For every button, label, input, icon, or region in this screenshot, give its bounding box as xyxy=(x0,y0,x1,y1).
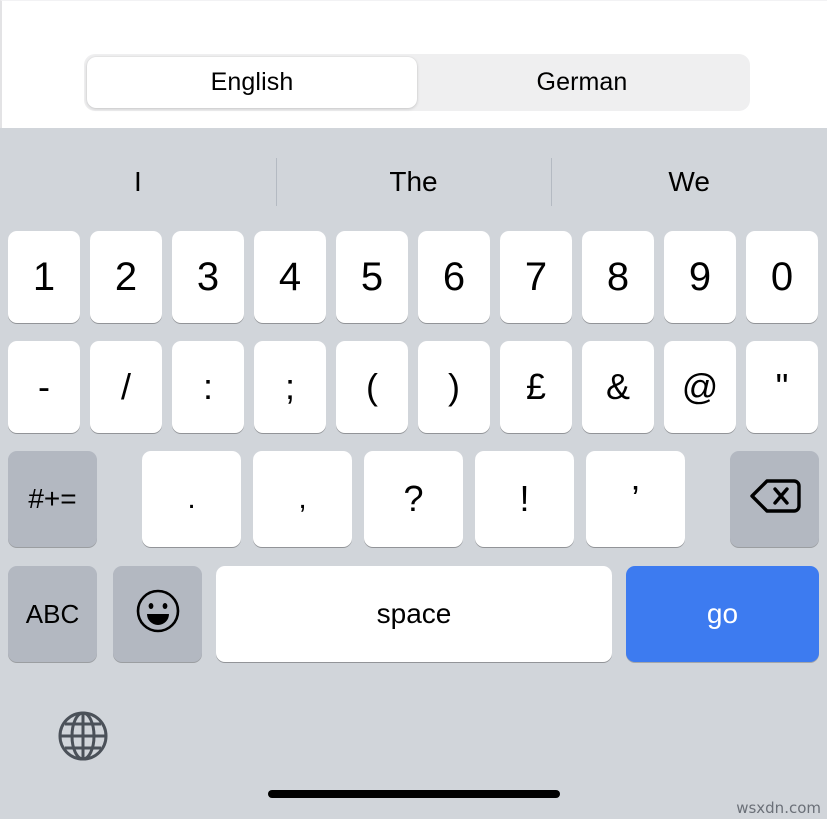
key-label: / xyxy=(120,366,131,407)
key-paren-close[interactable]: ) xyxy=(418,341,490,433)
key-9[interactable]: 9 xyxy=(664,231,736,323)
key-pound[interactable]: £ xyxy=(500,341,572,433)
key-exclamation[interactable]: ! xyxy=(475,451,574,547)
suggestion-item[interactable]: The xyxy=(276,166,552,198)
key-apostrophe[interactable]: ’ xyxy=(586,451,685,547)
key-period[interactable]: . xyxy=(142,451,241,547)
key-ampersand[interactable]: & xyxy=(582,341,654,433)
key-0[interactable]: 0 xyxy=(746,231,818,323)
key-label: £ xyxy=(525,366,547,407)
key-5[interactable]: 5 xyxy=(336,231,408,323)
predictive-suggestion-bar: I The We xyxy=(0,148,827,216)
key-label: : xyxy=(202,366,213,407)
key-label: . xyxy=(187,482,196,515)
emoji-smiley-icon xyxy=(135,588,181,641)
key-label: 8 xyxy=(606,255,630,299)
key-emoji[interactable] xyxy=(113,566,202,662)
key-1[interactable]: 1 xyxy=(8,231,80,323)
suggestion-label: The xyxy=(389,166,438,197)
key-label: 1 xyxy=(32,255,56,299)
key-label: #+= xyxy=(28,483,77,514)
key-go[interactable]: go xyxy=(626,566,819,662)
key-hyphen[interactable]: - xyxy=(8,341,80,433)
globe-language-button[interactable] xyxy=(55,711,110,766)
keyboard: I The We 1 2 3 4 5 6 7 8 9 0 - / : ; ( )… xyxy=(0,128,827,819)
key-label: ) xyxy=(448,366,460,407)
key-row-numbers: 1 2 3 4 5 6 7 8 9 0 xyxy=(0,231,827,323)
key-label: 9 xyxy=(688,255,712,299)
key-label: 6 xyxy=(442,255,466,299)
top-bar: English German xyxy=(0,0,827,128)
key-label: ABC xyxy=(25,599,80,629)
key-label: 4 xyxy=(278,255,302,299)
watermark: wsxdn.com xyxy=(736,799,821,817)
key-label: & xyxy=(605,366,630,407)
segment-german[interactable]: German xyxy=(417,57,747,108)
key-2[interactable]: 2 xyxy=(90,231,162,323)
key-label: ; xyxy=(284,366,295,407)
key-8[interactable]: 8 xyxy=(582,231,654,323)
key-label: ! xyxy=(519,478,530,519)
key-label: - xyxy=(38,366,50,407)
key-at[interactable]: @ xyxy=(664,341,736,433)
key-row-bottom: ABC space go xyxy=(0,566,827,662)
key-semicolon[interactable]: ; xyxy=(254,341,326,433)
segment-german-label: German xyxy=(536,68,628,96)
key-row-punctuation: #+= . , ? ! ’ xyxy=(0,451,827,547)
suggestion-item[interactable]: We xyxy=(551,166,827,198)
key-colon[interactable]: : xyxy=(172,341,244,433)
key-label: ’ xyxy=(631,478,640,519)
key-label: , xyxy=(298,482,307,515)
key-delete[interactable] xyxy=(730,451,819,547)
key-label: space xyxy=(376,598,452,629)
key-quote-double[interactable]: " xyxy=(746,341,818,433)
key-label: 2 xyxy=(114,255,138,299)
suggestion-item[interactable]: I xyxy=(0,166,276,198)
key-space[interactable]: space xyxy=(216,566,612,662)
key-label: 0 xyxy=(770,255,794,299)
segment-english[interactable]: English xyxy=(87,57,417,108)
globe-icon xyxy=(56,709,110,768)
key-abc[interactable]: ABC xyxy=(8,566,97,662)
key-3[interactable]: 3 xyxy=(172,231,244,323)
suggestion-label: We xyxy=(668,166,710,197)
key-slash[interactable]: / xyxy=(90,341,162,433)
home-indicator[interactable] xyxy=(268,790,560,798)
key-label: 3 xyxy=(196,255,220,299)
key-question[interactable]: ? xyxy=(364,451,463,547)
key-6[interactable]: 6 xyxy=(418,231,490,323)
key-row-symbols: - / : ; ( ) £ & @ " xyxy=(0,341,827,433)
key-label: go xyxy=(706,598,739,629)
key-4[interactable]: 4 xyxy=(254,231,326,323)
key-label: ( xyxy=(366,366,378,407)
backspace-delete-icon xyxy=(749,477,801,522)
language-segmented-control[interactable]: English German xyxy=(84,54,750,111)
segment-english-label: English xyxy=(210,68,294,96)
key-label: 5 xyxy=(360,255,384,299)
key-symbols-shift[interactable]: #+= xyxy=(8,451,97,547)
key-comma[interactable]: , xyxy=(253,451,352,547)
suggestion-label: I xyxy=(133,166,142,197)
key-label: 7 xyxy=(524,255,548,299)
key-label: @ xyxy=(681,366,719,407)
key-7[interactable]: 7 xyxy=(500,231,572,323)
key-paren-open[interactable]: ( xyxy=(336,341,408,433)
key-label: " xyxy=(775,366,789,407)
key-label: ? xyxy=(403,478,424,519)
